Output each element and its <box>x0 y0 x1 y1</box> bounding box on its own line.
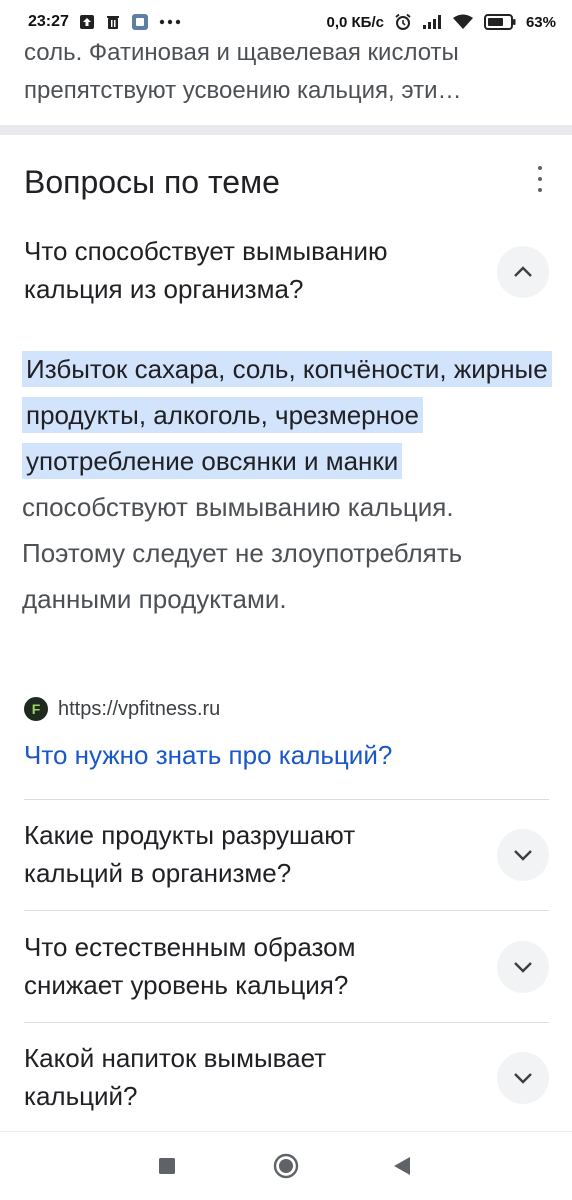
answer-rest: способствуют вымыванию кальция. Поэтому … <box>22 492 463 614</box>
site-favicon-icon: F <box>24 697 48 721</box>
clock: 23:27 <box>28 13 69 30</box>
question-item[interactable]: Какие продукты разрушают кальций в орган… <box>24 816 484 892</box>
back-triangle-icon <box>394 1157 410 1175</box>
chevron-up-icon <box>514 266 532 277</box>
divider <box>24 1022 549 1023</box>
question-line: кальций? <box>24 1081 138 1111</box>
previous-result-snippet: соль. Фатиновая и щавелевая кислоты преп… <box>24 34 534 110</box>
status-bar-left: 23:27 <box>28 13 181 31</box>
square-icon <box>159 1158 175 1174</box>
battery-percent: 63% <box>525 13 556 31</box>
more-notifications-icon <box>159 19 181 25</box>
question-line: кальций в организме? <box>24 858 292 888</box>
app-icon <box>131 13 149 31</box>
more-options-icon[interactable] <box>530 166 550 192</box>
chevron-down-icon <box>514 1073 532 1084</box>
battery-icon <box>483 14 516 30</box>
question-line: Какие продукты разрушают <box>24 820 356 850</box>
question-line: Что способствует вымыванию <box>24 236 388 266</box>
question-line: Что естественным образом <box>24 932 356 962</box>
source-url: https://vpfitness.ru <box>58 697 221 720</box>
alarm-icon <box>394 13 412 31</box>
question-item[interactable]: Что естественным образом снижает уровень… <box>24 928 484 1004</box>
divider <box>24 910 549 911</box>
expand-button[interactable] <box>497 941 549 993</box>
question-expanded[interactable]: Что способствует вымыванию кальция из ор… <box>24 232 484 308</box>
collapse-button[interactable] <box>497 246 549 298</box>
question-line: Какой напиток вымывает <box>24 1043 327 1073</box>
more-about-link[interactable]: Что нужно знать про кальций? <box>24 740 392 771</box>
expand-button[interactable] <box>497 1052 549 1104</box>
answer-text: Избыток сахара, соль, копчёности, жирные… <box>22 346 552 622</box>
question-item[interactable]: Какой напиток вымывает кальций? <box>24 1039 484 1115</box>
section-title: Вопросы по теме <box>24 164 280 200</box>
section-divider <box>0 125 572 135</box>
network-speed: 0,0 КБ/с <box>326 13 384 31</box>
question-line: кальция из организма? <box>24 274 304 304</box>
snippet-line: препятствуют усвоению кальция, эти… <box>24 77 462 104</box>
trash-icon <box>105 14 121 30</box>
chevron-down-icon <box>514 850 532 861</box>
system-nav-bar <box>0 1131 572 1200</box>
recent-apps-button[interactable] <box>158 1157 176 1180</box>
answer-highlight: Избыток сахара, соль, копчёности, жирные… <box>22 351 552 479</box>
back-button[interactable] <box>393 1156 411 1181</box>
upload-icon <box>79 14 95 30</box>
question-line: снижает уровень кальция? <box>24 970 349 1000</box>
home-button[interactable] <box>273 1153 299 1184</box>
circle-icon <box>273 1153 299 1179</box>
status-bar-right: 0,0 КБ/с 63% <box>327 13 557 31</box>
signal-icon <box>422 14 442 30</box>
snippet-line: соль. Фатиновая и щавелевая кислоты <box>24 39 459 66</box>
wifi-icon <box>452 14 474 30</box>
answer-source[interactable]: F https://vpfitness.ru <box>24 697 220 721</box>
chevron-down-icon <box>514 962 532 973</box>
divider <box>24 799 549 800</box>
expand-button[interactable] <box>497 829 549 881</box>
